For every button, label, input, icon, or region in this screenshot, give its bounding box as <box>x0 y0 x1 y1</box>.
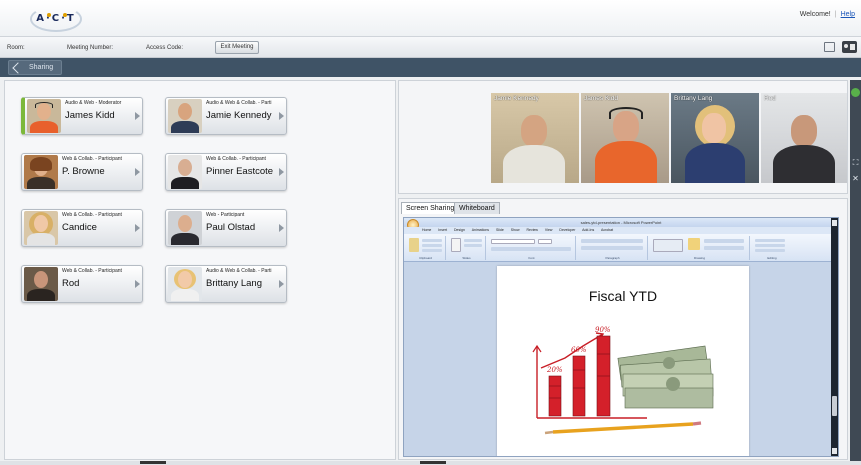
ppt-ribbon-tabs: Home Insert Design Animations Slide Show… <box>404 227 838 234</box>
participant-name: Paul Olstad <box>206 222 256 233</box>
welcome-text: Welcome! <box>799 11 831 18</box>
bar-20pct <box>548 375 562 417</box>
participant-card[interactable]: Web & Collab. - Participant Rod <box>21 265 143 303</box>
participant-role: Web & Collab. - Participant <box>206 156 266 162</box>
participant-avatar <box>24 267 58 301</box>
expand-icon[interactable]: ⛶ <box>851 158 860 167</box>
slide-area: Fiscal YTD 20% 60% 90% <box>404 262 838 456</box>
svg-text:90%: 90% <box>595 326 611 334</box>
expand-arrow-icon[interactable] <box>135 224 140 232</box>
participant-card[interactable]: Audio & Web & Collab. - Parti Jamie Kenn… <box>165 97 287 135</box>
slide: Fiscal YTD 20% 60% 90% <box>497 266 749 456</box>
growth-chart-illustration: 20% 60% 90% <box>532 326 714 435</box>
ribbon-group: Editing <box>752 236 792 260</box>
participant-name: Brittany Lang <box>206 278 262 289</box>
participant-name: Candice <box>62 222 97 233</box>
meeting-number-label: Meeting Number: <box>67 45 114 51</box>
ribbon-group: Clipboard <box>406 236 446 260</box>
video-panel: Jamie Kennedy James Kidd Brittany Lang R… <box>398 80 848 194</box>
ppt-window-title: sales-ytd-presentation - Microsoft Power… <box>404 218 838 227</box>
ribbon-group: Slides <box>448 236 486 260</box>
tab-screen-sharing[interactable]: Screen Sharing <box>401 202 460 214</box>
video-feed[interactable]: Rod <box>761 93 847 183</box>
user-links: Welcome! | Help <box>799 11 855 18</box>
participant-avatar <box>168 99 202 133</box>
participant-avatar <box>24 211 58 245</box>
expand-arrow-icon[interactable] <box>135 168 140 176</box>
participant-role: Audio & Web & Collab. - Parti <box>206 268 272 274</box>
scroll-up-icon[interactable] <box>832 220 837 226</box>
participant-card[interactable]: Web & Collab. - Participant Pinner Eastc… <box>165 153 287 191</box>
participant-role: Web - Participant <box>206 212 245 218</box>
participant-avatar <box>168 211 202 245</box>
exit-meeting-button[interactable]: Exit Meeting <box>215 41 259 54</box>
video-feed[interactable]: James Kidd <box>581 93 669 183</box>
sharing-tab[interactable]: Sharing <box>8 60 62 75</box>
expand-arrow-icon[interactable] <box>279 112 284 120</box>
sharing-bar: Sharing <box>0 58 861 77</box>
svg-text:60%: 60% <box>571 346 587 354</box>
expand-arrow-icon[interactable] <box>279 280 284 288</box>
participant-role: Audio & Web & Collab. - Parti <box>206 100 272 106</box>
window-icon[interactable] <box>824 42 835 52</box>
ribbon-group: Paragraph <box>578 236 648 260</box>
slide-scrollbar[interactable] <box>831 218 838 456</box>
participant-card[interactable]: Web - Participant Paul Olstad <box>165 209 287 247</box>
participant-card[interactable]: Web & Collab. - Participant Candice <box>21 209 143 247</box>
scroll-down-icon[interactable] <box>832 448 837 454</box>
video-name: James Kidd <box>584 95 618 102</box>
video-name: Rod <box>764 95 776 102</box>
participant-avatar <box>168 155 202 189</box>
tab-whiteboard[interactable]: Whiteboard <box>454 202 500 214</box>
participant-name: Rod <box>62 278 80 289</box>
participant-role: Web & Collab. - Participant <box>62 268 122 274</box>
status-indicator-icon <box>851 88 860 97</box>
expand-arrow-icon[interactable] <box>135 112 140 120</box>
meeting-info-bar: Room: Meeting Number: Access Code: Exit … <box>0 37 861 58</box>
participant-avatar <box>24 155 58 189</box>
participant-role: Web & Collab. - Participant <box>62 212 122 218</box>
participant-name: Jamie Kennedy <box>206 110 272 121</box>
participant-avatar <box>168 267 202 301</box>
expand-arrow-icon[interactable] <box>135 280 140 288</box>
pencil-illustration <box>544 421 702 435</box>
bottom-strip <box>0 461 861 465</box>
participant-avatar <box>27 99 61 133</box>
side-toolbar: ⛶ ✕ <box>850 80 861 465</box>
participants-panel: Audio & Web - Moderator James Kidd Audio… <box>4 80 396 460</box>
bar-60pct <box>572 355 586 417</box>
help-link[interactable]: Help <box>841 11 855 18</box>
participant-card[interactable]: Web & Collab. - Participant P. Browne <box>21 153 143 191</box>
svg-text:20%: 20% <box>546 366 563 374</box>
participant-role: Web & Collab. - Participant <box>62 156 122 162</box>
participant-card[interactable]: Audio & Web - Moderator James Kidd <box>21 97 143 135</box>
share-icon <box>12 62 24 74</box>
participant-name: James Kidd <box>65 110 115 121</box>
shared-screen: sales-ytd-presentation - Microsoft Power… <box>403 217 839 457</box>
screen-sharing-panel: Screen Sharing Whiteboard sales-ytd-pres… <box>398 198 848 460</box>
webcam-layout-icon[interactable] <box>842 41 857 53</box>
participant-name: Pinner Eastcote <box>206 166 274 177</box>
scroll-thumb[interactable] <box>832 396 837 416</box>
participant-role: Audio & Web - Moderator <box>65 100 122 106</box>
video-name: Brittany Lang <box>674 95 713 102</box>
participant-name: P. Browne <box>62 166 105 177</box>
video-feed[interactable]: Jamie Kennedy <box>491 93 579 183</box>
ribbon-group: Font <box>488 236 576 260</box>
top-header: A·C·T Welcome! | Help <box>0 0 861 37</box>
access-code-label: Access Code: <box>146 45 184 51</box>
video-feed[interactable]: Brittany Lang <box>671 93 759 183</box>
room-label: Room: <box>7 45 25 51</box>
company-logo: A·C·T <box>30 4 82 34</box>
participant-card[interactable]: Audio & Web & Collab. - Parti Brittany L… <box>165 265 287 303</box>
ribbon-group: Drawing <box>650 236 750 260</box>
money-stack-illustration <box>617 345 714 409</box>
expand-arrow-icon[interactable] <box>279 224 284 232</box>
ppt-ribbon: Clipboard Slides Font Paragraph Drawing … <box>404 234 838 262</box>
expand-arrow-icon[interactable] <box>279 168 284 176</box>
video-name: Jamie Kennedy <box>494 95 539 102</box>
tools-icon[interactable]: ✕ <box>851 174 860 183</box>
